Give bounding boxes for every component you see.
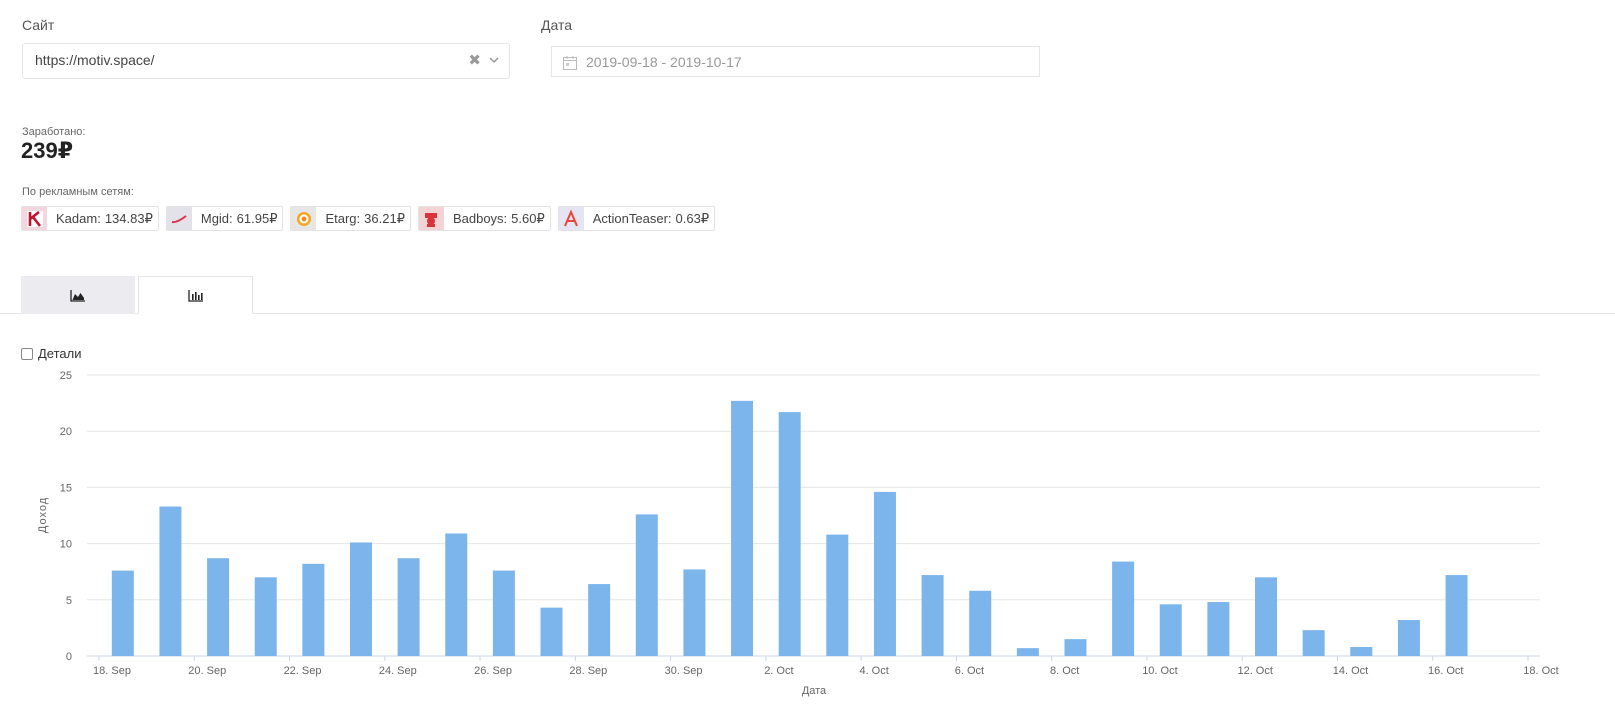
x-axis-label: Дата	[802, 685, 827, 697]
network-name: ActionTeaser:	[592, 211, 672, 226]
x-tick-label: 26. Sep	[474, 665, 512, 677]
x-tick-label: 12. Oct	[1237, 665, 1272, 677]
x-tick-label: 28. Sep	[569, 665, 607, 677]
calendar-icon	[563, 56, 577, 70]
bar	[778, 412, 801, 656]
date-range-value: 2019-09-18 - 2019-10-17	[586, 54, 742, 70]
bar	[1016, 648, 1039, 656]
y-tick-label: 10	[60, 539, 72, 551]
bar	[1207, 602, 1230, 656]
network-amount: 36.21₽	[364, 210, 405, 226]
bar	[540, 607, 563, 656]
x-tick-label: 14. Oct	[1333, 665, 1368, 677]
chevron-down-icon[interactable]	[487, 53, 501, 67]
network-amount: 0.63₽	[675, 210, 710, 226]
y-tick-label: 5	[66, 595, 72, 607]
site-label: Сайт	[22, 17, 55, 33]
details-toggle[interactable]: Детали	[21, 346, 82, 361]
actionteaser-logo-icon	[558, 207, 584, 230]
x-tick-label: 22. Sep	[284, 665, 322, 677]
y-tick-label: 0	[66, 651, 72, 663]
date-label: Дата	[541, 17, 573, 33]
y-tick-label: 25	[60, 370, 72, 382]
y-tick-label: 20	[60, 426, 72, 438]
details-label: Детали	[38, 346, 82, 361]
bar	[588, 584, 611, 656]
bar	[302, 563, 325, 656]
date-range-input[interactable]: 2019-09-18 - 2019-10-17	[551, 46, 1040, 77]
revenue-bar-chart: 0 5 10 15 20 25 Доход 18. Sep 20. Sep 22. Sep 24. …	[37, 370, 1559, 697]
site-select-value: https://motiv.space/	[35, 52, 155, 68]
x-tick-label: 16. Oct	[1428, 665, 1463, 677]
bar	[1159, 604, 1182, 656]
x-tick-label: 4. Oct	[859, 665, 888, 677]
bar	[492, 570, 515, 656]
network-amount: 61.95₽	[236, 210, 278, 226]
network-chips: Kadam: 134.83₽ Mgid: 61.95₽ Etarg: 36.21…	[21, 206, 716, 231]
kadam-logo-icon	[22, 207, 47, 230]
x-tick-label: 10. Oct	[1142, 665, 1177, 677]
bar	[1445, 575, 1468, 656]
badboys-logo-icon	[418, 207, 444, 230]
x-tick-label: 2. Oct	[764, 665, 793, 677]
bar	[254, 577, 277, 656]
bar	[826, 534, 849, 656]
bar	[731, 400, 754, 656]
network-name: Etarg:	[325, 211, 361, 226]
bar	[1255, 577, 1278, 656]
bar	[683, 569, 706, 656]
x-tick-label: 24. Sep	[379, 665, 417, 677]
bar	[921, 575, 944, 656]
x-tick-label: 30. Sep	[665, 665, 703, 677]
bar	[397, 558, 420, 656]
network-amount: 134.83₽	[104, 210, 153, 226]
network-amount: 5.60₽	[511, 210, 545, 226]
details-checkbox[interactable]	[21, 347, 33, 360]
bar	[1064, 639, 1087, 656]
bar	[1112, 561, 1135, 656]
bar	[635, 514, 658, 656]
network-name: Mgid:	[200, 211, 233, 226]
bar	[969, 590, 992, 656]
network-chip-mgid: Mgid: 61.95₽	[165, 206, 284, 231]
bar	[1350, 647, 1373, 656]
y-tick-label: 15	[60, 482, 72, 494]
network-chip-kadam: Kadam: 134.83₽	[21, 206, 159, 231]
bar	[873, 491, 896, 656]
bar	[349, 542, 372, 656]
network-chip-actionteaser: ActionTeaser: 0.63₽	[557, 206, 716, 231]
earned-label: Заработано:	[22, 126, 86, 138]
y-axis-label: Доход	[37, 497, 49, 533]
x-tick-label: 20. Sep	[188, 665, 226, 677]
bar	[1397, 620, 1420, 656]
network-chip-badboys: Badboys: 5.60₽	[417, 206, 551, 231]
bar	[445, 533, 468, 656]
x-tick-label: 18. Sep	[93, 665, 131, 677]
mgid-logo-icon	[166, 207, 192, 230]
network-name: Kadam:	[56, 211, 101, 226]
bar	[159, 506, 182, 656]
earned-value: 239₽	[21, 138, 74, 163]
site-select[interactable]: https://motiv.space/ ✖	[22, 43, 510, 79]
network-chip-etarg: Etarg: 36.21₽	[290, 206, 411, 231]
bar-chart-tab[interactable]	[138, 276, 253, 314]
clear-icon[interactable]: ✖	[468, 52, 481, 70]
area-chart-tab[interactable]	[21, 276, 135, 314]
x-tick-label: 18. Oct	[1523, 665, 1558, 677]
etarg-logo-icon	[291, 207, 317, 230]
network-name: Badboys:	[452, 211, 508, 226]
bar	[1302, 630, 1325, 656]
x-tick-label: 8. Oct	[1050, 665, 1079, 677]
bar-chart-icon	[187, 289, 203, 302]
bar	[207, 558, 230, 656]
networks-label: По рекламным сетям:	[22, 186, 134, 198]
area-chart-icon	[70, 289, 85, 302]
bar	[111, 570, 134, 656]
x-tick-label: 6. Oct	[955, 665, 984, 677]
